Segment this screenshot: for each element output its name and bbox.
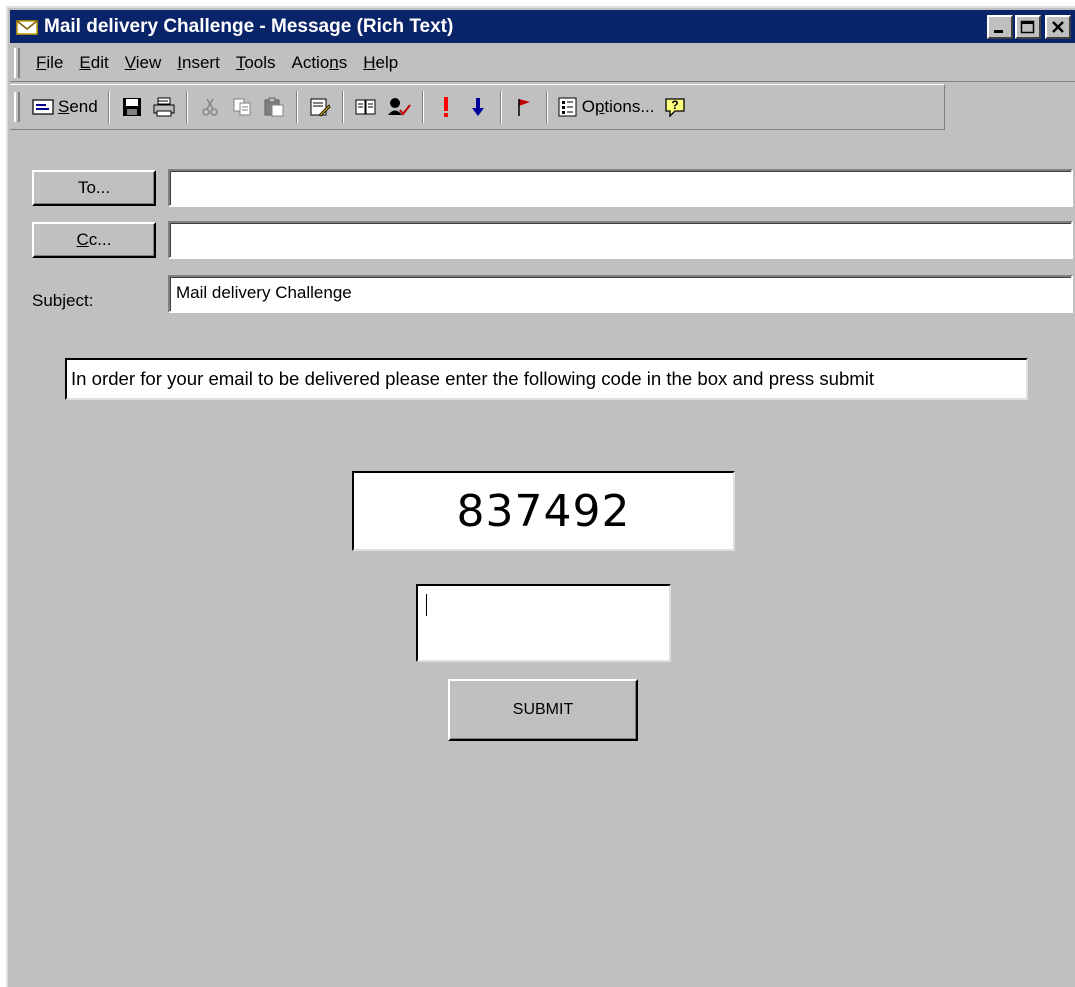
submit-button[interactable]: SUBMIT xyxy=(448,679,638,741)
toolbar-separator xyxy=(341,91,344,123)
instruction-text-box: In order for your email to be delivered … xyxy=(65,358,1028,400)
cut-button[interactable] xyxy=(194,90,226,124)
help-icon: ? xyxy=(664,98,685,118)
save-button[interactable] xyxy=(116,90,148,124)
toolbar-separator xyxy=(421,91,424,123)
menu-edit[interactable]: Edit xyxy=(71,53,116,73)
importance-high-button[interactable] xyxy=(430,90,462,124)
title-bar: Mail delivery Challenge - Message (Rich … xyxy=(10,10,1075,43)
to-field[interactable] xyxy=(168,169,1073,207)
minimize-icon xyxy=(994,30,1003,33)
menu-view[interactable]: View xyxy=(117,53,170,73)
toolbar-separator xyxy=(545,91,548,123)
check-names-icon xyxy=(310,98,331,117)
address-book-check-button[interactable] xyxy=(304,90,336,124)
maximize-icon xyxy=(1020,20,1035,34)
challenge-code: 837492 xyxy=(352,471,735,551)
send-icon xyxy=(32,99,54,115)
toolbar-grip[interactable] xyxy=(14,92,20,122)
options-icon xyxy=(558,97,577,117)
envelope-icon xyxy=(16,19,38,35)
paste-button[interactable] xyxy=(258,90,290,124)
address-book-icon xyxy=(355,99,376,115)
message-window: Mail delivery Challenge - Message (Rich … xyxy=(6,6,1075,987)
menu-help[interactable]: Help xyxy=(355,53,406,73)
close-icon xyxy=(1052,21,1064,33)
address-book-button[interactable] xyxy=(350,90,382,124)
flag-button[interactable] xyxy=(508,90,540,124)
menu-file[interactable]: File xyxy=(28,53,71,73)
toolbar-separator xyxy=(295,91,298,123)
subject-field[interactable]: Mail delivery Challenge xyxy=(168,275,1073,313)
arrow-down-icon xyxy=(471,98,484,116)
paste-icon xyxy=(264,97,284,117)
menu-tools[interactable]: Tools xyxy=(228,53,284,73)
standard-toolbar: Send Options... ? xyxy=(10,84,945,130)
subject-label: Subject: xyxy=(32,291,94,310)
menubar-grip[interactable] xyxy=(14,47,20,78)
importance-low-button[interactable] xyxy=(462,90,494,124)
toolbar-separator xyxy=(185,91,188,123)
window-controls xyxy=(987,15,1071,39)
save-icon xyxy=(122,98,141,116)
cc-button[interactable]: Cc... xyxy=(32,222,156,258)
options-button[interactable]: Options... xyxy=(554,90,659,124)
send-button[interactable]: Send xyxy=(28,90,102,124)
menu-insert[interactable]: Insert xyxy=(169,53,228,73)
to-button[interactable]: To... xyxy=(32,170,156,206)
exclamation-icon xyxy=(443,97,448,117)
close-button[interactable] xyxy=(1045,15,1071,39)
copy-icon xyxy=(233,98,251,116)
print-button[interactable] xyxy=(148,90,180,124)
menu-bar: File Edit View Insert Tools Actions Help xyxy=(10,44,1075,82)
minimize-button[interactable] xyxy=(987,15,1013,39)
code-input-field[interactable] xyxy=(416,584,671,662)
scissors-icon xyxy=(202,98,218,116)
svg-text:?: ? xyxy=(671,98,678,112)
check-names-person-icon xyxy=(387,98,411,116)
copy-button[interactable] xyxy=(226,90,258,124)
flag-icon xyxy=(517,99,530,116)
menu-actions[interactable]: Actions xyxy=(284,53,356,73)
maximize-button[interactable] xyxy=(1015,15,1041,39)
text-caret xyxy=(426,594,427,616)
print-icon xyxy=(153,97,175,117)
cc-field[interactable] xyxy=(168,221,1073,259)
help-assistant-button[interactable]: ? xyxy=(659,90,691,124)
window-title: Mail delivery Challenge - Message (Rich … xyxy=(44,15,454,37)
toolbar-separator xyxy=(499,91,502,123)
check-names-button[interactable] xyxy=(382,90,416,124)
toolbar-separator xyxy=(107,91,110,123)
